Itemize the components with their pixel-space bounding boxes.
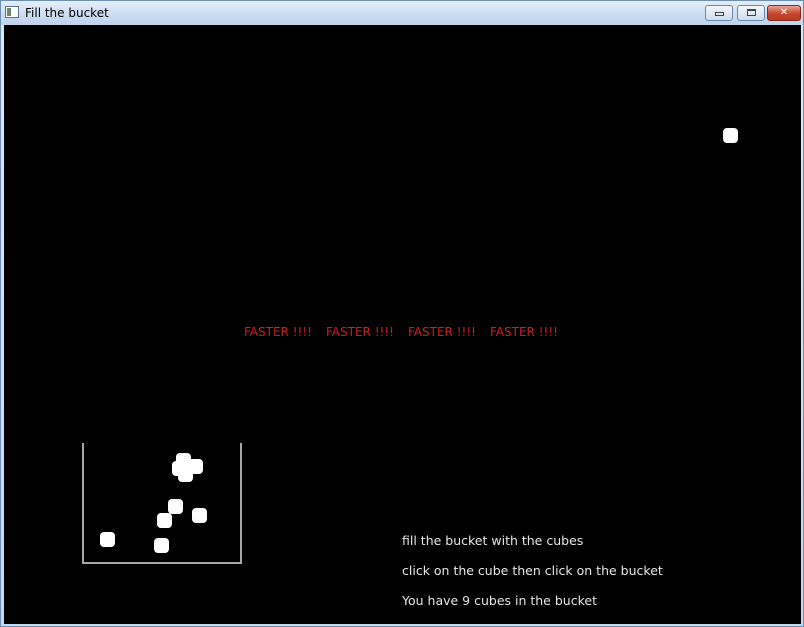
close-button[interactable]: ✕: [767, 5, 801, 21]
faster-warning: FASTER !!!!: [490, 325, 558, 339]
window-app-icon[interactable]: [5, 6, 19, 18]
cube-count-status: You have 9 cubes in the bucket: [402, 593, 597, 608]
instruction-line-1: fill the bucket with the cubes: [402, 533, 584, 548]
maximize-icon: [746, 9, 756, 16]
instruction-line-2: click on the cube then click on the buck…: [402, 563, 663, 578]
close-icon: ✕: [779, 7, 789, 18]
faster-warning: FASTER !!!!: [244, 325, 312, 339]
maximize-button[interactable]: [737, 5, 765, 21]
bucket-cube: [100, 532, 115, 547]
bucket-cube: [192, 508, 207, 523]
faster-warning: FASTER !!!!: [408, 325, 476, 339]
minimize-button[interactable]: [705, 5, 733, 21]
game-canvas[interactable]: FASTER !!!! FASTER !!!! FASTER !!!! FAST…: [4, 25, 801, 624]
title-bar[interactable]: Fill the bucket ✕: [1, 1, 803, 25]
loose-cube[interactable]: [723, 128, 738, 143]
app-window: Fill the bucket ✕ FASTER !!!! FASTER !!!…: [0, 0, 804, 627]
window-title: Fill the bucket: [25, 6, 109, 20]
bucket-cube: [178, 467, 193, 482]
faster-warning: FASTER !!!!: [326, 325, 394, 339]
bucket-cube: [157, 513, 172, 528]
minimize-icon: [714, 12, 724, 16]
bucket-cube: [168, 499, 183, 514]
bucket-cube: [154, 538, 169, 553]
